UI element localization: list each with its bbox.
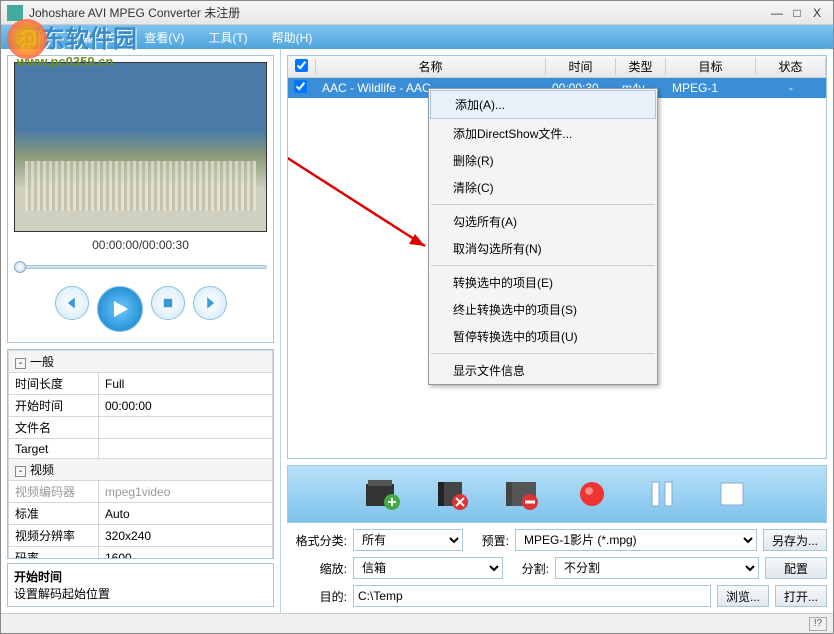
- ctx-delete[interactable]: 删除(R): [429, 147, 657, 174]
- prop-bitrate[interactable]: 1600: [99, 547, 273, 560]
- browse-button[interactable]: 浏览...: [717, 585, 769, 607]
- ctx-uncheck-all[interactable]: 取消勾选所有(N): [429, 235, 657, 262]
- ctx-add-directshow[interactable]: 添加DirectShow文件...: [429, 120, 657, 147]
- format-category-select[interactable]: 所有: [353, 529, 463, 551]
- ctx-pause-selected[interactable]: 暂停转换选中的项目(U): [429, 323, 657, 350]
- help-icon[interactable]: !?: [809, 617, 827, 631]
- app-icon: [7, 5, 23, 21]
- title-bar: Johoshare AVI MPEG Converter 未注册 — □ X: [1, 1, 833, 25]
- timecode: 00:00:00/00:00:30: [14, 232, 267, 258]
- col-name[interactable]: 名称: [316, 58, 546, 75]
- prop-vencoder: mpeg1video: [99, 481, 273, 503]
- next-button[interactable]: [193, 286, 227, 320]
- save-as-button[interactable]: 另存为...: [763, 529, 827, 551]
- context-menu: 添加(A)... 添加DirectShow文件... 删除(R) 清除(C) 勾…: [428, 88, 658, 385]
- ctx-stop-selected[interactable]: 终止转换选中的项目(S): [429, 296, 657, 323]
- config-button[interactable]: 配置: [765, 557, 827, 579]
- preset-select[interactable]: MPEG-1影片 (*.mpg): [515, 529, 757, 551]
- split-select[interactable]: 不分割: [555, 557, 759, 579]
- play-button[interactable]: [97, 286, 143, 332]
- pause-button[interactable]: [642, 474, 682, 514]
- status-bar: !?: [1, 613, 833, 633]
- add-file-button[interactable]: [362, 474, 402, 514]
- row-check[interactable]: [294, 80, 307, 93]
- menu-bar: 文件(F) 编辑(E) 查看(V) 工具(T) 帮助(H): [1, 25, 833, 49]
- seek-slider[interactable]: [14, 260, 267, 274]
- col-type[interactable]: 类型: [616, 58, 666, 75]
- clear-list-button[interactable]: [502, 474, 542, 514]
- collapse-icon[interactable]: -: [15, 466, 26, 477]
- menu-edit[interactable]: 编辑(E): [68, 29, 132, 46]
- check-all[interactable]: [295, 59, 308, 72]
- ctx-show-info[interactable]: 显示文件信息: [429, 357, 657, 384]
- remove-file-button[interactable]: [432, 474, 472, 514]
- prop-target[interactable]: [99, 439, 273, 459]
- annotation-arrow: [287, 76, 445, 256]
- menu-help[interactable]: 帮助(H): [260, 29, 325, 46]
- ctx-convert-selected[interactable]: 转换选中的项目(E): [429, 269, 657, 296]
- file-list: 名称 时间 类型 目标 状态 AAC - Wildlife - AAC 00:0…: [287, 55, 827, 459]
- split-label: 分割:: [509, 560, 549, 577]
- ctx-add[interactable]: 添加(A)...: [430, 90, 656, 119]
- collapse-icon[interactable]: -: [15, 358, 26, 369]
- stop-all-button[interactable]: [712, 474, 752, 514]
- hint-panel: 开始时间 设置解码起始位置: [7, 563, 274, 607]
- dest-input[interactable]: [353, 585, 711, 607]
- close-button[interactable]: X: [807, 6, 827, 20]
- prev-button[interactable]: [55, 286, 89, 320]
- window-title: Johoshare AVI MPEG Converter 未注册: [29, 4, 767, 21]
- action-toolbar: [287, 465, 827, 523]
- col-state[interactable]: 状态: [756, 58, 826, 75]
- menu-view[interactable]: 查看(V): [132, 29, 196, 46]
- dest-label: 目的:: [287, 588, 347, 605]
- preset-label: 预置:: [469, 532, 509, 549]
- prop-vres[interactable]: 320x240: [99, 525, 273, 547]
- col-time[interactable]: 时间: [546, 58, 616, 75]
- prop-standard[interactable]: Auto: [99, 503, 273, 525]
- col-target[interactable]: 目标: [666, 58, 756, 75]
- menu-tool[interactable]: 工具(T): [196, 29, 259, 46]
- format-category-label: 格式分类:: [287, 532, 347, 549]
- menu-file[interactable]: 文件(F): [5, 29, 68, 46]
- prop-duration[interactable]: Full: [99, 373, 273, 395]
- ctx-check-all[interactable]: 勾选所有(A): [429, 208, 657, 235]
- minimize-button[interactable]: —: [767, 6, 787, 20]
- ctx-clear[interactable]: 清除(C): [429, 174, 657, 201]
- prop-filename[interactable]: [99, 417, 273, 439]
- stop-button[interactable]: [151, 286, 185, 320]
- video-preview: [14, 62, 267, 232]
- preview-panel: 00:00:00/00:00:30: [7, 55, 274, 343]
- record-button[interactable]: [572, 474, 612, 514]
- zoom-select[interactable]: 信箱: [353, 557, 503, 579]
- zoom-label: 缩放:: [287, 560, 347, 577]
- properties-panel: -一般 时间长度Full 开始时间00:00:00 文件名 Target -视频…: [7, 349, 274, 559]
- prop-start[interactable]: 00:00:00: [99, 395, 273, 417]
- maximize-button[interactable]: □: [787, 6, 807, 20]
- open-button[interactable]: 打开...: [775, 585, 827, 607]
